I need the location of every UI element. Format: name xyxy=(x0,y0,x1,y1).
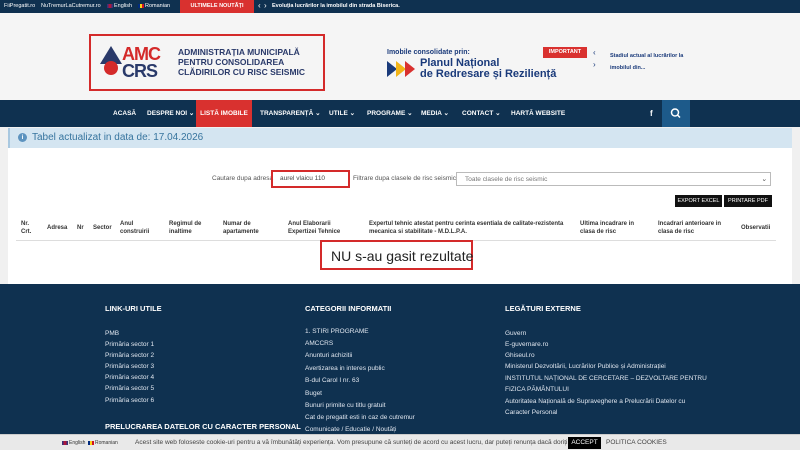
cookie-bar: English Romanian Acest site web folosest… xyxy=(0,434,800,450)
nav-utile[interactable]: UTILE ⌄ xyxy=(329,100,355,127)
header-expert-tehnic[interactable]: Expertul tehnic atestat pentru cerinta e… xyxy=(369,220,573,236)
facebook-icon[interactable]: f xyxy=(650,100,653,127)
cookie-policy-link[interactable]: POLITICA COOKIES xyxy=(606,439,667,446)
header-ultima-incadrare[interactable]: Ultima incadrare in clasa de risc xyxy=(580,220,642,236)
header-nr-crt[interactable]: Nr. Crt. xyxy=(21,220,37,236)
link-fiipregatit[interactable]: FiiPregatit.ro xyxy=(4,3,35,9)
footer-cat-link[interactable]: AMCCRS xyxy=(305,340,333,347)
important-news-link[interactable]: Stadiul actual al lucrărilor la imobilul… xyxy=(610,50,705,74)
nav-lista-imobile[interactable]: LISTĂ IMOBILE xyxy=(196,100,252,127)
important-label: IMPORTANT xyxy=(543,47,587,58)
main-nav: ACASĂ DESPRE NOI ⌄ LISTĂ IMOBILE TRANSPA… xyxy=(0,100,800,127)
nav-programe[interactable]: PROGRAME ⌄ xyxy=(367,100,413,127)
footer-cat-link[interactable]: B-dul Carol I nr. 63 xyxy=(305,377,359,384)
cookie-lang-english[interactable]: English xyxy=(62,440,85,446)
search-button[interactable] xyxy=(662,100,690,127)
header-nr[interactable]: Nr xyxy=(77,224,84,232)
header-observatii[interactable]: Observatii xyxy=(741,224,770,232)
logo-mark-icon xyxy=(100,46,122,75)
footer-ext-link[interactable]: Guvern xyxy=(505,330,526,337)
latest-news-label[interactable]: ULTIMELE NOUTĂȚI xyxy=(180,0,254,13)
header-an-expertiza[interactable]: Anul Elaborarii Expertizei Tehnice xyxy=(288,220,348,236)
site-footer: LINK-URI UTILE PMB Primăria sector 1 Pri… xyxy=(0,284,800,450)
nav-despre-noi[interactable]: DESPRE NOI ⌄ xyxy=(147,100,194,127)
chevron-down-icon: ⌄ xyxy=(761,176,767,183)
logo-line-3: CLĂDIRILOR CU RISC SEISMIC xyxy=(178,67,306,77)
news-ticker-text[interactable]: Evoluția lucrărilor la imobilul din stra… xyxy=(272,3,400,9)
update-banner: i Tabel actualizat in data de: 17.04.202… xyxy=(8,128,792,148)
footer-link-sector-6[interactable]: Primăria sector 6 xyxy=(105,397,154,404)
no-results-message: NU s-au gasit rezultate xyxy=(331,248,474,264)
pnrr-intro: Imobile consolidate prin: xyxy=(387,49,470,56)
pnrr-logo-icon xyxy=(387,61,415,77)
logo-crs: CRS xyxy=(122,61,158,81)
update-banner-text: Tabel actualizat in data de: 17.04.2026 xyxy=(32,132,204,143)
export-excel-button[interactable]: EXPORT EXCEL xyxy=(675,195,722,207)
footer-link-sector-5[interactable]: Primăria sector 5 xyxy=(105,385,154,392)
header-regim-inaltime[interactable]: Regimul de inaltime xyxy=(169,220,211,236)
address-search-label: Cautare dupa adresa xyxy=(212,175,274,182)
footer-cat-link[interactable]: Buget xyxy=(305,390,322,397)
cookie-text: Acest site web foloseste cookie-uri pent… xyxy=(135,439,570,446)
lang-english[interactable]: English xyxy=(107,3,132,9)
footer-external-links-title: LEGĂTURI EXTERNE xyxy=(505,304,581,313)
nav-acasa[interactable]: ACASĂ xyxy=(113,100,136,127)
footer-ext-link[interactable]: Ministerul Dezvoltării, Lucrărilor Publi… xyxy=(505,363,666,370)
header-incadrari-anterioare[interactable]: Incadrari anterioare in clasa de risc xyxy=(658,220,724,236)
romania-flag-icon xyxy=(88,440,94,445)
cookie-lang-romanian[interactable]: Romanian xyxy=(88,440,118,446)
footer-gdpr-title[interactable]: PRELUCRAREA DATELOR CU CARACTER PERSONAL xyxy=(105,422,301,431)
link-nutremur[interactable]: NuTremurLaCutremur.ro xyxy=(41,3,101,9)
nav-transparenta[interactable]: TRANSPARENȚĂ ⌄ xyxy=(260,100,321,127)
pnrr-title[interactable]: Planul Național de Redresare și Rezilien… xyxy=(420,58,556,80)
footer-link-sector-2[interactable]: Primăria sector 2 xyxy=(105,352,154,359)
romania-flag-icon xyxy=(138,3,144,8)
header-numar-apartamente[interactable]: Numar de apartamente xyxy=(223,220,271,236)
footer-ext-link[interactable]: Autoritatea Națională de Supraveghere a … xyxy=(505,398,685,405)
footer-ext-link[interactable]: Caracter Personal xyxy=(505,409,557,416)
nav-harta-website[interactable]: HARTĂ WEBSITE xyxy=(511,100,565,127)
header-anul-construirii[interactable]: Anul construirii xyxy=(120,220,154,236)
address-search-value: aurel vlaicu 110 xyxy=(280,175,326,182)
footer-link-sector-1[interactable]: Primăria sector 1 xyxy=(105,341,154,348)
header-adresa[interactable]: Adresa xyxy=(47,224,67,232)
footer-useful-links-title: LINK-URI UTILE xyxy=(105,304,162,313)
uk-flag-icon xyxy=(107,3,113,8)
footer-cat-link[interactable]: Cat de pregatit esti in caz de cutremur xyxy=(305,414,415,421)
logo-line-2: PENTRU CONSOLIDAREA xyxy=(178,57,285,67)
footer-link-sector-4[interactable]: Primăria sector 4 xyxy=(105,374,154,381)
footer-link-pmb[interactable]: PMB xyxy=(105,330,119,337)
news-next-icon[interactable]: › xyxy=(264,1,267,10)
footer-cat-link[interactable]: Bunuri primite cu titlu gratuit xyxy=(305,402,386,409)
footer-ext-link[interactable]: Ghiseul.ro xyxy=(505,352,535,359)
risk-filter-value: Toate clasele de risc seismic xyxy=(465,176,548,183)
footer-ext-link[interactable]: E-guvernare.ro xyxy=(505,341,548,348)
news-prev-icon[interactable]: ‹ xyxy=(258,1,261,10)
search-icon xyxy=(670,108,681,119)
uk-flag-icon xyxy=(62,440,68,445)
footer-cat-link[interactable]: Comunicate / Educatie / Noutăți xyxy=(305,426,396,433)
footer-cat-link[interactable]: Avertizarea in interes public xyxy=(305,365,385,372)
nav-media[interactable]: MEDIA ⌄ xyxy=(421,100,449,127)
top-bar: FiiPregatit.ro NuTremurLaCutremur.ro Eng… xyxy=(0,0,800,13)
important-up-icon[interactable]: ‹ xyxy=(593,48,596,57)
footer-cat-link[interactable]: 1. STIRI PROGRAME xyxy=(305,328,369,335)
logo-line-1: ADMINISTRAȚIA MUNICIPALĂ xyxy=(178,47,300,57)
nav-contact[interactable]: CONTACT ⌄ xyxy=(462,100,501,127)
risk-filter-select[interactable]: Toate clasele de risc seismic ⌄ xyxy=(456,172,771,186)
info-icon: i xyxy=(18,133,27,142)
lang-romanian[interactable]: Romanian xyxy=(138,3,170,9)
header-sector[interactable]: Sector xyxy=(93,224,112,232)
footer-link-sector-3[interactable]: Primăria sector 3 xyxy=(105,363,154,370)
print-pdf-button[interactable]: PRINTARE PDF xyxy=(724,195,772,207)
footer-ext-link[interactable]: FIZICA PĂMÂNTULUI xyxy=(505,386,569,393)
footer-categories-title: CATEGORII INFORMATII xyxy=(305,304,392,313)
footer-cat-link[interactable]: Anunturi achizitii xyxy=(305,352,352,359)
cookie-accept-button[interactable]: ACCEPT xyxy=(568,437,601,449)
important-down-icon[interactable]: › xyxy=(593,60,596,69)
footer-ext-link[interactable]: INSTITUTUL NAȚIONAL DE CERCETARE – DEZVO… xyxy=(505,375,707,382)
risk-filter-label: Filtrare dupa clasele de risc seismic xyxy=(353,175,456,182)
